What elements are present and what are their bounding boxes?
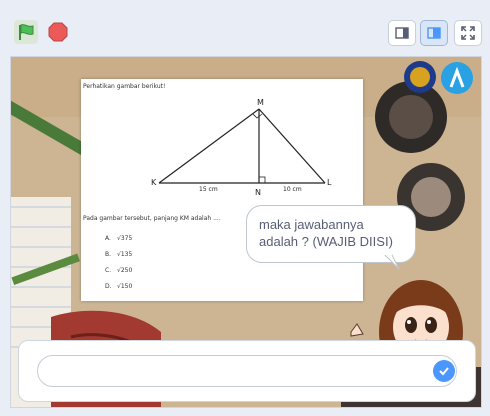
stage-toolbar	[0, 0, 490, 58]
submit-answer-button[interactable]	[433, 360, 455, 382]
option-b: B. √135	[105, 251, 133, 258]
stop-button[interactable]	[48, 22, 68, 42]
green-flag-button[interactable]	[14, 20, 38, 44]
answer-input[interactable]	[37, 355, 457, 387]
triangle-diagram: M K N L 15 cm 10 cm	[151, 98, 332, 197]
ask-answer-panel	[18, 340, 476, 402]
option-d: D. √150	[105, 283, 133, 290]
small-stage-button[interactable]	[388, 20, 416, 46]
large-stage-icon	[427, 27, 441, 39]
question-sheet: Perhatikan gambar berikut! M K N L 15 cm…	[81, 79, 363, 301]
stop-icon	[48, 22, 68, 42]
fullscreen-icon	[461, 26, 475, 40]
label-K: K	[151, 178, 157, 187]
green-flag-icon	[19, 24, 34, 40]
large-stage-button[interactable]	[420, 20, 448, 46]
checkmark-icon	[439, 367, 449, 376]
label-KN: 15 cm	[199, 186, 218, 193]
option-c: C. √250	[105, 267, 133, 274]
label-N: N	[255, 188, 261, 197]
label-M: M	[257, 98, 264, 107]
fullscreen-button[interactable]	[454, 20, 482, 46]
speech-bubble-tail	[382, 253, 400, 270]
label-NL: 10 cm	[283, 186, 302, 193]
option-a: A. √375	[105, 235, 133, 242]
small-stage-icon	[395, 27, 409, 39]
label-L: L	[327, 178, 332, 187]
question-text: Pada gambar tersebut, panjang KM adalah …	[83, 215, 221, 222]
